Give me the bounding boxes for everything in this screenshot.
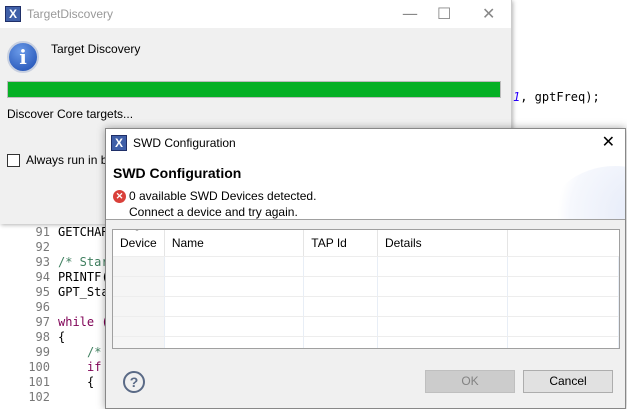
table-cell	[508, 277, 619, 296]
table-cell	[508, 337, 619, 348]
table-cell	[165, 337, 305, 348]
table-cell	[113, 317, 165, 336]
column-tap-id[interactable]: TAP Id	[304, 230, 378, 256]
heading: Target Discovery	[51, 42, 141, 56]
table-cell	[304, 317, 378, 336]
table-cell	[113, 337, 165, 348]
line-number: 94	[35, 270, 50, 284]
table-cell	[113, 257, 165, 276]
progress-fill	[8, 82, 500, 97]
swd-configuration-dialog: X SWD Configuration ✕ SWD Configuration …	[105, 128, 626, 409]
cancel-button[interactable]: Cancel	[523, 370, 613, 393]
table-cell	[165, 317, 305, 336]
status-text: Discover Core targets...	[7, 107, 134, 121]
sort-chevron-icon: ﹀	[133, 229, 141, 237]
minimize-button[interactable]: —	[402, 4, 418, 23]
table-cell	[378, 337, 509, 348]
dialog-heading: SWD Configuration	[113, 165, 242, 181]
code-line: {	[58, 330, 66, 344]
line-number: 100	[28, 360, 50, 374]
window-title: SWD Configuration	[133, 135, 236, 150]
line-number: 95	[35, 285, 50, 299]
empty-table-row	[113, 256, 619, 276]
ok-button[interactable]: OK	[425, 370, 515, 393]
table-cell	[508, 257, 619, 276]
code-line: GPT_Sta	[58, 285, 109, 299]
line-number: 92	[35, 240, 50, 254]
table-cell	[113, 297, 165, 316]
app-icon: X	[5, 6, 21, 22]
table-cell	[304, 297, 378, 316]
line-number: 98	[35, 330, 50, 344]
table-cell	[304, 257, 378, 276]
table-cell	[378, 317, 509, 336]
info-icon: i	[7, 41, 39, 73]
code-line: while (	[58, 315, 109, 329]
table-cell	[304, 277, 378, 296]
table-cell	[378, 297, 509, 316]
column-name[interactable]: Name	[165, 230, 305, 256]
header-decoration	[545, 166, 625, 219]
empty-table-row	[113, 276, 619, 296]
devices-table[interactable]: ﹀ Device Name TAP Id Details	[112, 229, 620, 349]
help-button[interactable]: ?	[123, 371, 145, 393]
table-cell	[165, 277, 305, 296]
code-line: if	[87, 360, 102, 374]
maximize-button[interactable]: ☐	[437, 4, 451, 23]
table-cell	[378, 257, 509, 276]
code-fragment: 1, gptFreq);	[513, 90, 600, 104]
title-bar: X TargetDiscovery — ☐ ✕	[0, 0, 511, 28]
empty-table-row	[113, 296, 619, 316]
table-cell	[165, 257, 305, 276]
app-icon: X	[111, 134, 127, 151]
window-title: TargetDiscovery	[27, 7, 114, 21]
code-line: /*	[87, 345, 102, 359]
table-cell	[508, 297, 619, 316]
error-hint: Connect a device and try again.	[129, 205, 298, 219]
table-cell	[378, 277, 509, 296]
line-number: 97	[35, 315, 50, 329]
line-number: 102	[28, 390, 50, 404]
progress-bar	[7, 81, 501, 98]
checkbox-label: Always run in ba	[26, 153, 115, 167]
column-details[interactable]: Details	[378, 230, 509, 256]
code-line: GETCHAR	[58, 225, 109, 239]
close-button[interactable]: ✕	[482, 4, 495, 23]
close-button[interactable]: ✕	[602, 132, 615, 151]
empty-table-row	[113, 336, 619, 348]
column-device[interactable]: ﹀ Device	[113, 230, 165, 256]
table-cell	[304, 337, 378, 348]
table-header: ﹀ Device Name TAP Id Details	[113, 230, 619, 256]
line-number: 99	[35, 345, 50, 359]
code-line: {	[87, 375, 95, 389]
dialog-header: SWD Configuration ✕ 0 available SWD Devi…	[106, 156, 625, 220]
code-line: /* Star	[58, 255, 109, 269]
code-line: PRINTF(	[58, 270, 109, 284]
line-number: 101	[28, 375, 50, 389]
always-run-background-checkbox[interactable]: Always run in ba	[7, 153, 114, 167]
table-cell	[508, 317, 619, 336]
line-number: 93	[35, 255, 50, 269]
error-message: 0 available SWD Devices detected.	[129, 189, 317, 203]
table-cell	[165, 297, 305, 316]
checkbox-box[interactable]	[7, 153, 20, 167]
title-bar: X SWD Configuration ✕	[106, 129, 625, 156]
empty-table-row	[113, 316, 619, 336]
line-number: 91	[35, 225, 50, 239]
column-filler	[508, 230, 619, 256]
table-cell	[113, 277, 165, 296]
error-icon: ✕	[113, 190, 126, 203]
code-text: , gptFreq);	[520, 90, 600, 104]
line-number: 96	[35, 300, 50, 314]
